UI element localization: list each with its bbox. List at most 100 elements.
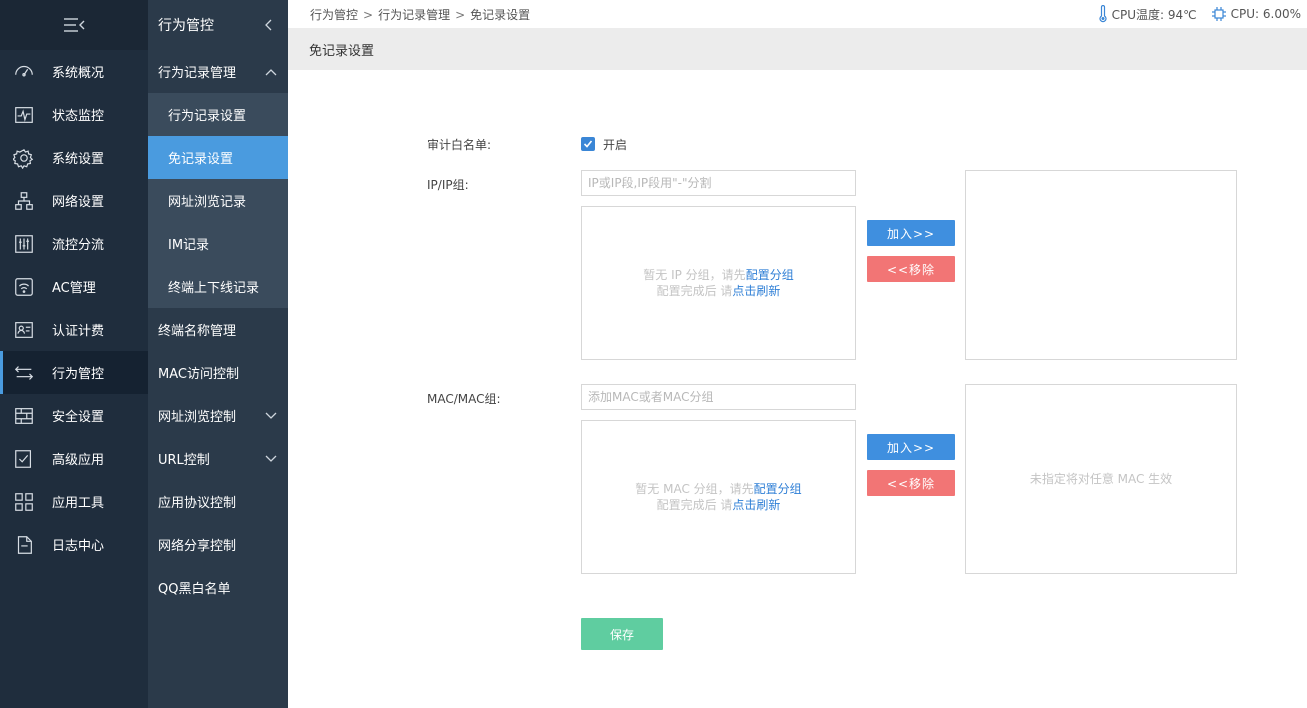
sidebar-item-label: 状态监控 [52,109,105,124]
dashboard-icon [12,60,36,84]
sidebar-item-9[interactable]: 高级应用 [0,437,148,480]
submenu-item-url-control[interactable]: URL控制 [148,437,288,480]
arrows-icon [12,361,36,385]
submenu-group-behavior-record[interactable]: 行为记录管理 [148,50,288,93]
submenu-item-qq-list[interactable]: QQ黑白名单 [148,566,288,609]
save-button[interactable]: 保存 [581,618,663,650]
grid-tools-icon [12,490,36,514]
cpu-temp: CPU温度: 94℃ [1098,5,1197,23]
page-title-bar: 免记录设置 [288,28,1307,70]
ip-empty-text2: 配置完成后 请 [656,284,733,298]
sidebar-item-4[interactable]: 流控分流 [0,222,148,265]
submenu-item-label: IM记录 [168,238,210,253]
sidebar-item-8[interactable]: 安全设置 [0,394,148,437]
mac-add-button[interactable]: 加入>> [867,434,955,460]
ip-config-group-link[interactable]: 配置分组 [746,268,794,282]
sidebar-item-label: 流控分流 [52,238,105,253]
mac-config-group-link[interactable]: 配置分组 [754,482,802,496]
sidebar-item-2[interactable]: 系统设置 [0,136,148,179]
submenu-item-url-browse-control[interactable]: 网址浏览控制 [148,394,288,437]
sidebar-item-label: 应用工具 [52,496,105,511]
id-card-icon [12,318,36,342]
ip-empty-line1: 暂无 IP 分组，请先配置分组 [643,267,793,283]
sidebar-item-10[interactable]: 应用工具 [0,480,148,523]
ip-label: IP/IP组: [427,178,469,192]
submenu-item-label: MAC访问控制 [158,367,239,382]
mac-remove-button[interactable]: <<移除 [867,470,955,496]
sidebar-item-11[interactable]: 日志中心 [0,523,148,566]
chevron-down-icon [264,452,278,466]
thermometer-icon [1099,5,1107,23]
submenu-item-mac-access[interactable]: MAC访问控制 [148,351,288,394]
ip-group-list[interactable]: 暂无 IP 分组，请先配置分组 配置完成后 请点击刷新 [581,206,856,360]
mac-refresh-link[interactable]: 点击刷新 [732,498,780,512]
sidebar-item-0[interactable]: 系统概况 [0,50,148,93]
sidebar-item-label: AC管理 [52,281,96,296]
firewall-icon [12,404,36,428]
network-icon [12,189,36,213]
mac-selected-list[interactable]: 未指定将对任意 MAC 生效 [965,384,1237,574]
mac-right-note: 未指定将对任意 MAC 生效 [1029,472,1173,486]
mac-empty-line2: 配置完成后 请点击刷新 [657,497,781,513]
sidebar-item-label: 系统设置 [52,152,105,167]
submenu-item-label: QQ黑白名单 [158,582,231,597]
sidebar-toggle[interactable] [0,0,148,50]
mac-group-list[interactable]: 暂无 MAC 分组，请先配置分组 配置完成后 请点击刷新 [581,420,856,574]
sidebar-item-label: 日志中心 [52,539,105,554]
breadcrumb: 行为管控 > 行为记录管理 > 免记录设置 [310,6,530,23]
breadcrumb-item[interactable]: 行为记录管理 [378,8,450,22]
menu-collapse-icon[interactable] [62,17,86,33]
ip-selected-list[interactable] [965,170,1237,360]
submenu-item-label: 应用协议控制 [158,496,237,511]
sub-sidebar: 行为管控 行为记录管理 行为记录设置 免记录设置 网址浏览记录 IM记录 终端上… [148,0,288,708]
submenu-item-terminal-online-log[interactable]: 终端上下线记录 [148,265,288,308]
submenu-item-terminal-name[interactable]: 终端名称管理 [148,308,288,351]
cpu-temp-text: CPU温度: 94℃ [1111,7,1197,22]
sliders-icon [12,232,36,256]
sidebar-item-3[interactable]: 网络设置 [0,179,148,222]
collapse-left-icon[interactable] [262,18,276,32]
sidebar-item-label: 高级应用 [52,453,105,468]
whitelist-option-label: 开启 [603,138,628,152]
sidebar-item-6[interactable]: 认证计费 [0,308,148,351]
whitelist-checkbox[interactable] [581,137,595,151]
chevron-down-icon [264,409,278,423]
breadcrumb-item[interactable]: 行为管控 [310,8,358,22]
sub-sidebar-title: 行为管控 [158,18,214,34]
sidebar-item-7[interactable]: 行为管控 [0,351,148,394]
submenu-item-label: 终端名称管理 [158,324,237,339]
sidebar-item-label: 行为管控 [52,367,105,382]
mac-empty-text2: 配置完成后 请 [656,498,733,512]
submenu-item-label: 网址浏览记录 [168,195,247,210]
sidebar-item-5[interactable]: AC管理 [0,265,148,308]
submenu-item-im-log[interactable]: IM记录 [148,222,288,265]
chevron-up-icon [264,65,278,79]
cpu-usage-text: CPU: 6.00% [1230,7,1301,21]
ip-input[interactable] [581,170,856,196]
sidebar-item-label: 安全设置 [52,410,105,425]
submenu-item-network-share[interactable]: 网络分享控制 [148,523,288,566]
whitelist-label: 审计白名单: [427,138,492,152]
mac-empty-text: 暂无 MAC 分组，请先 [635,482,754,496]
submenu-item-record-settings[interactable]: 行为记录设置 [148,93,288,136]
page-title: 免记录设置 [309,43,375,59]
ip-empty-line2: 配置完成后 请点击刷新 [657,283,781,299]
ip-refresh-link[interactable]: 点击刷新 [732,284,780,298]
sidebar-item-1[interactable]: 状态监控 [0,93,148,136]
sidebar-item-label: 认证计费 [52,324,105,339]
submenu-item-url-browse-log[interactable]: 网址浏览记录 [148,179,288,222]
breadcrumb-separator: > [363,7,374,22]
checklist-icon [12,447,36,471]
ip-remove-button[interactable]: <<移除 [867,256,955,282]
submenu-item-no-record-settings[interactable]: 免记录设置 [148,136,288,179]
ip-add-button[interactable]: 加入>> [867,220,955,246]
sidebar-item-label: 系统概况 [52,66,105,81]
breadcrumb-separator: > [455,7,466,22]
mac-label: MAC/MAC组: [427,392,501,406]
submenu-item-label: 网址浏览控制 [158,410,237,425]
submenu-group-label: 行为记录管理 [158,66,237,81]
submenu-item-app-protocol[interactable]: 应用协议控制 [148,480,288,523]
ip-empty-text: 暂无 IP 分组，请先 [643,268,746,282]
submenu-item-label: 免记录设置 [168,152,234,167]
mac-input[interactable] [581,384,856,410]
